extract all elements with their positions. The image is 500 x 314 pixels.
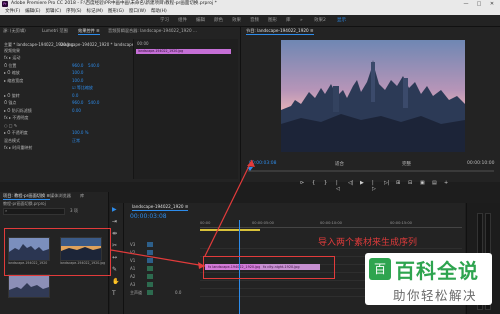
watermark-logo: 百 百科全说 助你轻松解决 xyxy=(365,253,492,305)
annotation-text: 导入两个素材来生成序列 xyxy=(318,238,418,248)
watermark-icon: 百 xyxy=(369,258,391,280)
watermark-title: 百科全说 xyxy=(395,259,479,283)
arrow-to-timeline xyxy=(110,249,206,267)
watermark-subtitle: 助你轻松解决 xyxy=(393,288,478,303)
arrow-head-icon xyxy=(198,262,205,269)
arrow-to-monitor xyxy=(204,159,253,257)
